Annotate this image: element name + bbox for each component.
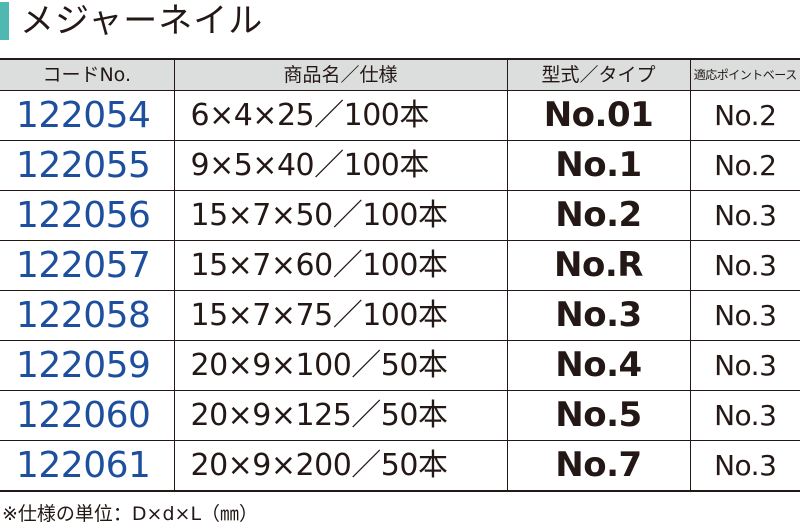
cell-name: 6×4×25／100本 bbox=[173, 90, 508, 141]
cell-code: 122056 bbox=[0, 190, 175, 241]
cell-name: 15×7×75／100本 bbox=[173, 290, 508, 341]
cell-base: No.3 bbox=[689, 440, 800, 492]
cell-type: No.1 bbox=[506, 140, 691, 191]
cell-code: 122060 bbox=[0, 390, 175, 441]
cell-type: No.01 bbox=[506, 90, 691, 141]
header-code: コードNo. bbox=[0, 58, 175, 91]
cell-base: No.2 bbox=[689, 140, 800, 191]
cell-code: 122058 bbox=[0, 290, 175, 341]
cell-base: No.3 bbox=[689, 240, 800, 291]
cell-base: No.3 bbox=[689, 190, 800, 241]
cell-name: 15×7×50／100本 bbox=[173, 190, 508, 241]
product-spec-table: コードNo. 商品名／仕様 型式／タイプ 適応ポイントベース 122054 6×… bbox=[0, 58, 800, 492]
cell-base: No.3 bbox=[689, 290, 800, 341]
cell-code: 122059 bbox=[0, 340, 175, 391]
table-header-row: コードNo. 商品名／仕様 型式／タイプ 適応ポイントベース bbox=[0, 58, 800, 91]
cell-code: 122054 bbox=[0, 90, 175, 141]
cell-type: No.2 bbox=[506, 190, 691, 241]
table-row: 122060 20×9×125／50本 No.5 No.3 bbox=[0, 390, 800, 441]
title-bar: メジャーネイル bbox=[0, 0, 800, 46]
cell-name: 20×9×100／50本 bbox=[173, 340, 508, 391]
page-title: メジャーネイル bbox=[20, 1, 264, 41]
cell-type: No.4 bbox=[506, 340, 691, 391]
cell-type: No.3 bbox=[506, 290, 691, 341]
table-row: 122059 20×9×100／50本 No.4 No.3 bbox=[0, 340, 800, 391]
units-footnote: ※仕様の単位：D×d×L（㎜） bbox=[2, 503, 259, 525]
title-accent-bar bbox=[0, 2, 9, 40]
table-row: 122058 15×7×75／100本 No.3 No.3 bbox=[0, 290, 800, 341]
header-name: 商品名／仕様 bbox=[173, 58, 508, 91]
cell-name: 20×9×200／50本 bbox=[173, 440, 508, 492]
cell-type: No.5 bbox=[506, 390, 691, 441]
cell-type: No.7 bbox=[506, 440, 691, 492]
cell-code: 122057 bbox=[0, 240, 175, 291]
header-base: 適応ポイントベース bbox=[689, 58, 800, 91]
cell-base: No.3 bbox=[689, 390, 800, 441]
table-row: 122056 15×7×50／100本 No.2 No.3 bbox=[0, 190, 800, 241]
table-row: 122057 15×7×60／100本 No.R No.3 bbox=[0, 240, 800, 291]
cell-type: No.R bbox=[506, 240, 691, 291]
cell-code: 122061 bbox=[0, 440, 175, 492]
cell-name: 20×9×125／50本 bbox=[173, 390, 508, 441]
cell-base: No.3 bbox=[689, 340, 800, 391]
table-row: 122061 20×9×200／50本 No.7 No.3 bbox=[0, 440, 800, 492]
table-row: 122055 9×5×40／100本 No.1 No.2 bbox=[0, 140, 800, 191]
cell-base: No.2 bbox=[689, 90, 800, 141]
cell-name: 9×5×40／100本 bbox=[173, 140, 508, 191]
cell-name: 15×7×60／100本 bbox=[173, 240, 508, 291]
table-row: 122054 6×4×25／100本 No.01 No.2 bbox=[0, 90, 800, 141]
cell-code: 122055 bbox=[0, 140, 175, 191]
header-type: 型式／タイプ bbox=[506, 58, 691, 91]
